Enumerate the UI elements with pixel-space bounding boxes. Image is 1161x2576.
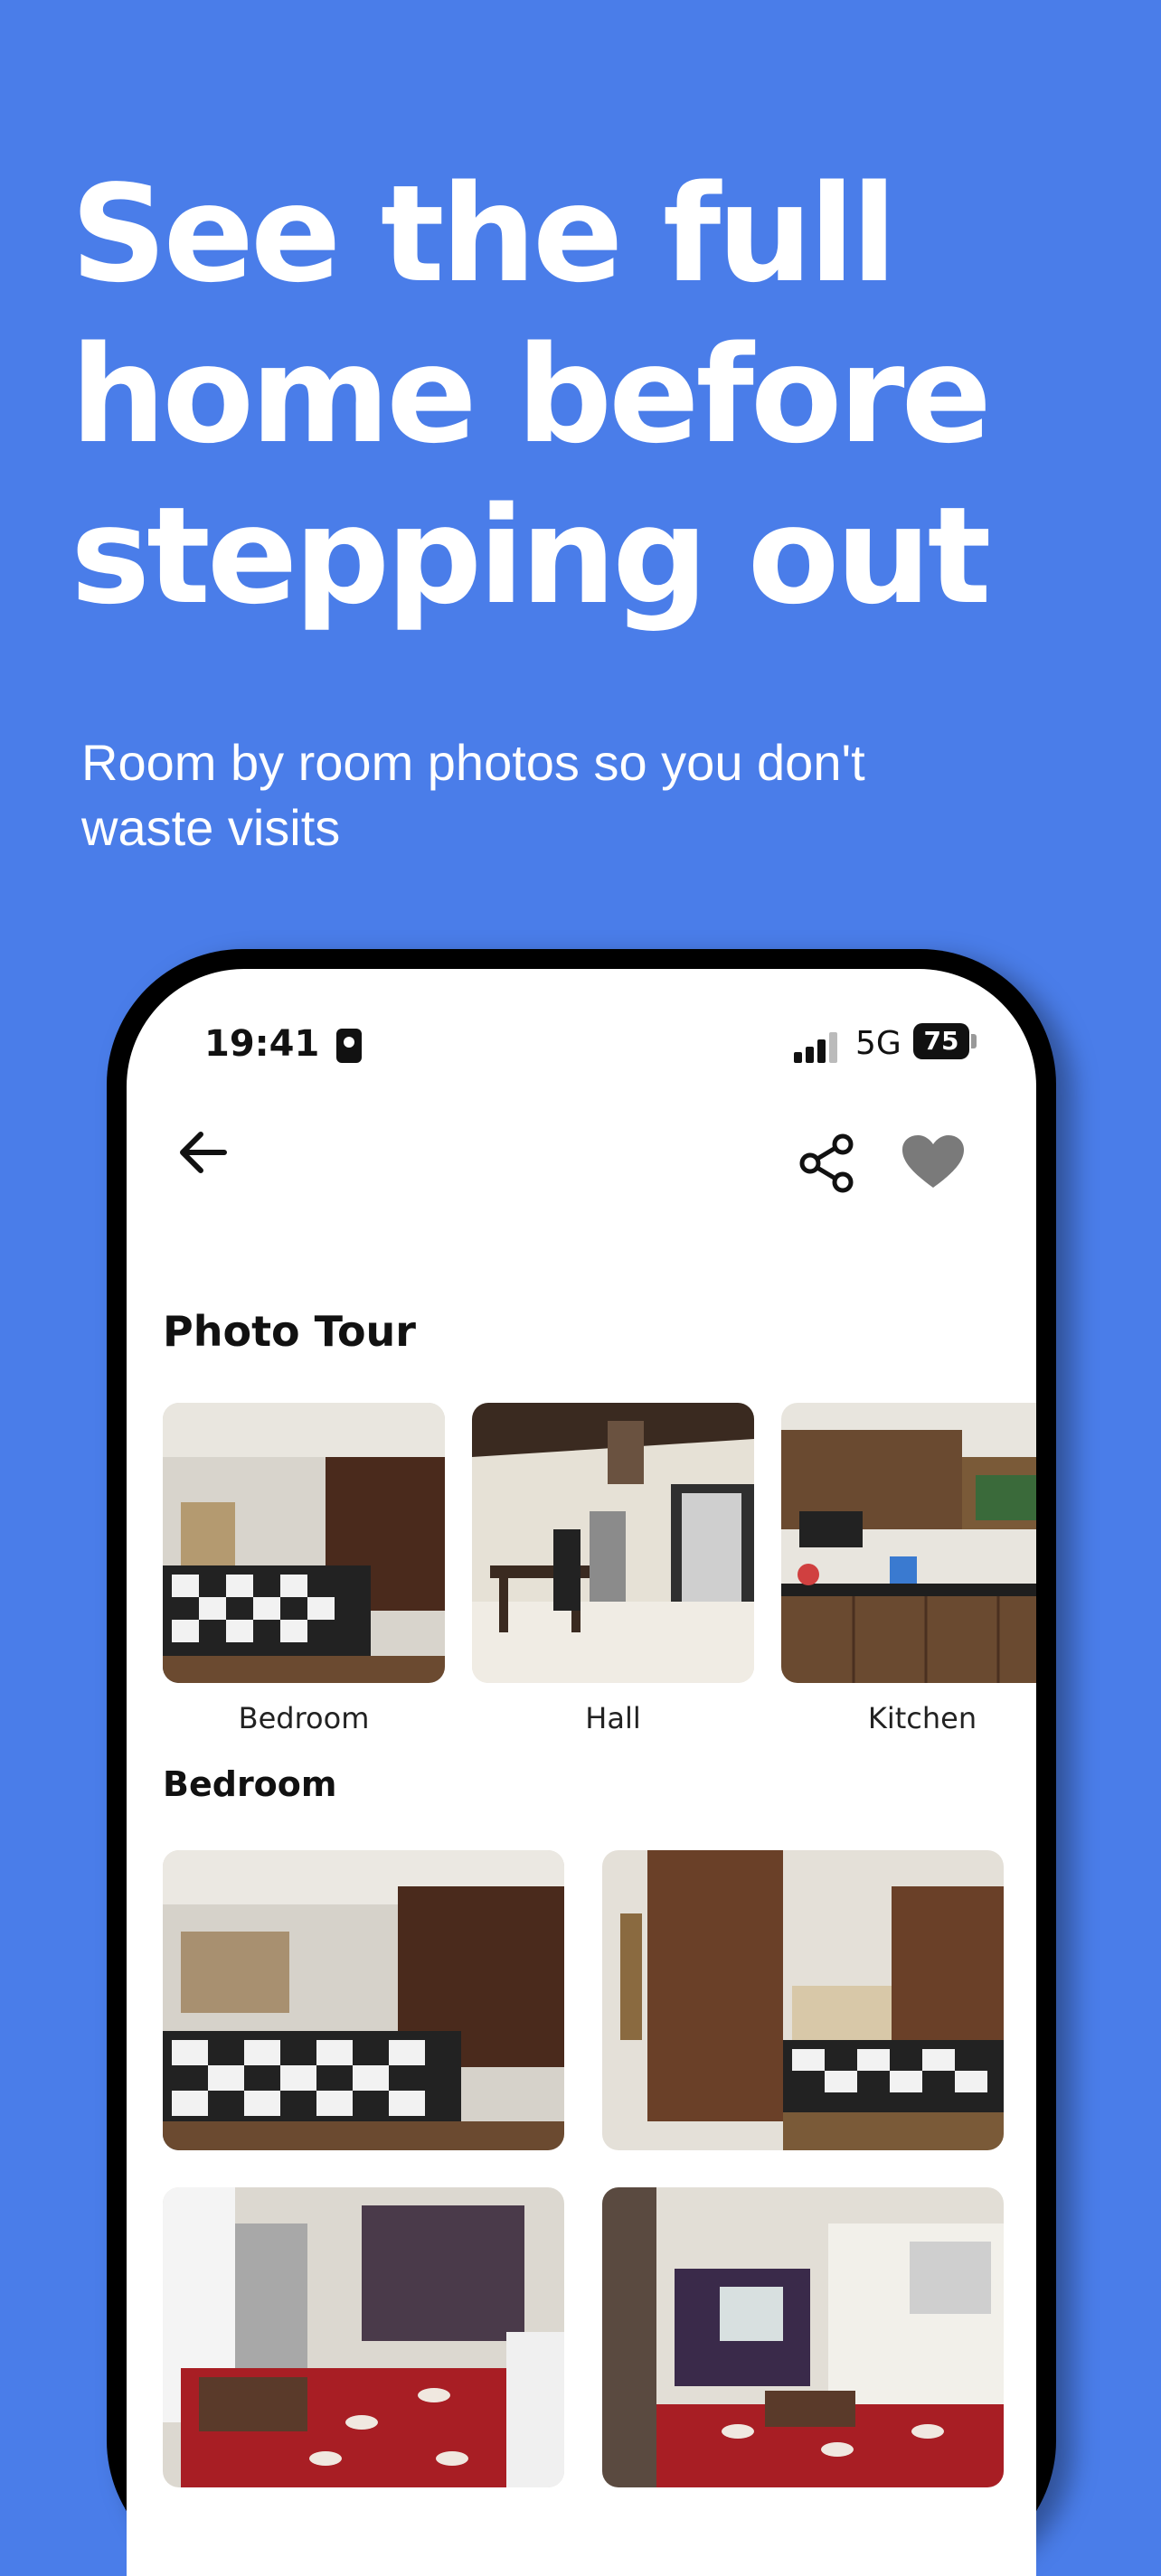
id-card-icon (336, 1029, 362, 1063)
battery-icon: 75 (913, 1023, 969, 1059)
battery-tip (971, 1034, 977, 1048)
headline-line-2: home before (71, 317, 992, 473)
photo-tour-label-bedroom: Bedroom (238, 1701, 370, 1735)
photo-tour-title: Photo Tour (163, 1307, 416, 1356)
photo-tour-hall-thumb[interactable] (472, 1403, 754, 1683)
photo-tour-bedroom-thumb[interactable] (163, 1403, 445, 1683)
share-icon[interactable] (796, 1132, 859, 1195)
heart-icon[interactable] (901, 1133, 966, 1191)
bedroom-photo-1[interactable] (163, 1850, 564, 2150)
headline-line-3: stepping out (71, 478, 991, 634)
signal-icon (794, 1030, 843, 1063)
bedroom-photo-4[interactable] (602, 2187, 1004, 2487)
photo-tour-label-hall: Hall (585, 1701, 641, 1735)
status-time: 19:41 (204, 1023, 320, 1065)
bedroom-section-title: Bedroom (163, 1764, 337, 1804)
photo-tour-kitchen-thumb[interactable] (781, 1403, 1036, 1683)
network-type: 5G (855, 1025, 901, 1062)
phone-mockup: 19:41 5G 75 Photo Tour Bedroom Hall Kitc… (107, 949, 1056, 2576)
bedroom-photo-3[interactable] (163, 2187, 564, 2487)
hero-subhead: Room by room photos so you don't waste v… (81, 734, 865, 856)
phone-screen: 19:41 5G 75 Photo Tour Bedroom Hall Kitc… (127, 969, 1036, 2576)
back-arrow-icon[interactable] (172, 1121, 235, 1184)
bedroom-photo-2[interactable] (602, 1850, 1004, 2150)
hero-headline: See the full home before stepping out (71, 154, 1137, 636)
headline-line-1: See the full (71, 156, 897, 312)
photo-tour-label-kitchen: Kitchen (867, 1701, 977, 1735)
